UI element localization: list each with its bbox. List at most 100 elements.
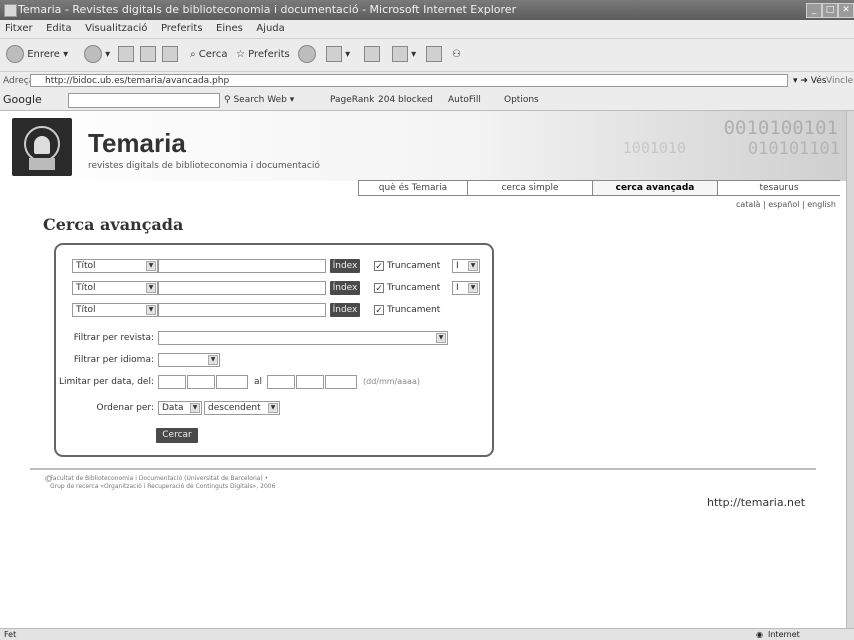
menu-file[interactable]: Fitxer [0,20,38,38]
address-bar: Adreça http://bidoc.ub.es/temaria/avanca… [0,72,854,91]
operator-select-1[interactable]: I ▼ [452,259,480,273]
language-select[interactable]: ▼ [158,353,220,367]
go-arrow-icon: ▾ ➜ [793,76,808,86]
maximize-button[interactable]: □ [822,3,838,18]
date-to-month[interactable] [296,375,324,389]
stop-button[interactable] [118,45,134,65]
truncate-checkbox-2[interactable]: ✓ [374,283,384,294]
date-to-year[interactable] [325,375,357,389]
chevron-down-icon: ▼ [468,261,478,271]
order-direction-select[interactable]: descendent ▼ [204,401,280,415]
search-term-input-1[interactable] [158,259,326,273]
links-button[interactable]: Vincle [826,72,853,90]
forward-button[interactable]: ▾ [84,45,110,65]
logo-figure [34,136,50,154]
index-button-1[interactable]: Índex [330,259,360,273]
favorites-button[interactable]: ☆ Preferits [236,45,290,65]
nav-simple-search[interactable]: cerca simple [467,181,592,195]
google-toolbar: Google ⚲ Search Web ▾ PageRank 204 block… [0,90,854,111]
minimize-button[interactable]: _ [806,3,822,18]
nav-what-is-temaria[interactable]: què és Temaria [358,181,467,195]
menu-view[interactable]: Visualització [80,20,152,38]
google-search-web-button[interactable]: ⚲ Search Web ▾ [224,93,294,107]
date-format-hint: (dd/mm/aaaa) [363,377,420,386]
go-button[interactable]: ▾ ➜ Vés [793,74,826,88]
search-term-input-2[interactable] [158,281,326,295]
discuss-icon [426,46,442,62]
index-button-3[interactable]: Índex [330,303,360,317]
discuss-button[interactable] [426,45,442,65]
logo-base [29,158,55,170]
menu-help[interactable]: Ajuda [251,20,289,38]
address-input[interactable]: http://bidoc.ub.es/temaria/avancada.php [30,74,788,87]
date-from-month[interactable] [187,375,215,389]
menu-edit[interactable]: Edita [41,20,77,38]
internet-zone-icon: ◉ [756,630,763,639]
binary-text-1: 0010100101 [723,117,838,139]
truncate-checkbox-3[interactable]: ✓ [374,305,384,316]
search-button[interactable]: ⌕ Cerca [190,45,227,65]
truncate-label-2: Truncament [387,283,441,293]
stop-icon [118,46,134,62]
history-button[interactable] [298,45,316,65]
advanced-search-form: Títol ▼ Índex ✓ Truncament I ▼ Títol ▼ Índe… [54,243,494,457]
back-arrow-icon [6,45,24,63]
back-button[interactable]: Enrere ▾ [6,45,68,65]
security-zone-label: Internet [768,630,800,639]
order-label: Ordenar per: [96,403,154,413]
menu-bar: Fitxer Edita Visualització Preferits Ein… [0,20,854,39]
autofill-button[interactable]: AutoFill [448,93,481,107]
edit-button[interactable]: ▾ [392,45,416,65]
page-content: Temaria revistes digitals de bibliotecon… [0,111,846,628]
popup-blocker-button[interactable]: 204 blocked [378,93,433,107]
journal-select[interactable]: ▼ [158,331,448,345]
chevron-down-icon: ▼ [208,355,218,365]
field-select-3[interactable]: Títol ▼ [72,303,158,317]
site-tagline: revistes digitals de biblioteconomia i d… [88,161,320,171]
mail-button[interactable]: ▾ [326,45,350,65]
field-select-2[interactable]: Títol ▼ [72,281,158,295]
order-direction-value: descendent [208,403,261,413]
operator-select-2[interactable]: I ▼ [452,281,480,295]
browser-window: Temaria - Revistes digitals de bibliotec… [0,0,854,640]
google-search-input[interactable] [68,93,220,108]
refresh-button[interactable] [140,45,156,65]
search-submit-button[interactable]: Cercar [156,428,198,443]
nav-advanced-search[interactable]: cerca avançada [592,181,717,195]
date-from-day[interactable] [158,375,186,389]
menu-favorites[interactable]: Preferits [156,20,208,38]
date-to-day[interactable] [267,375,295,389]
vertical-scrollbar[interactable] [846,111,854,628]
footer-divider [30,468,816,470]
index-button-2[interactable]: Índex [330,281,360,295]
messenger-button[interactable]: ⚇ [452,45,461,65]
close-button[interactable]: ✕ [838,3,854,18]
language-links[interactable]: català | español | english [736,200,836,209]
order-field-select[interactable]: Data ▼ [158,401,202,415]
menu-tools[interactable]: Eines [211,20,248,38]
order-field-value: Data [162,403,184,413]
print-button[interactable] [364,45,380,65]
forward-arrow-icon [84,45,102,63]
chevron-down-icon: ▼ [190,403,200,413]
chevron-down-icon: ▼ [146,261,156,271]
google-logo[interactable]: Google [3,93,42,106]
footer-url[interactable]: http://temaria.net [707,496,805,509]
temaria-logo[interactable] [12,118,72,176]
site-brand: Temaria [88,128,186,158]
filter-journal-label: Filtrar per revista: [73,333,154,343]
search-term-input-3[interactable] [158,303,326,317]
nav-thesaurus[interactable]: tesaurus [717,181,840,195]
binoculars-icon: ⚲ [224,95,231,105]
messenger-icon: ⚇ [452,49,461,60]
footer-credits-line-2: Grup de recerca «Organització i Recupera… [50,483,276,490]
search-web-label: Search Web [233,95,287,105]
home-button[interactable] [162,45,178,65]
ie-icon [4,4,17,17]
options-button[interactable]: Options [504,93,539,107]
truncate-checkbox-1[interactable]: ✓ [374,261,384,272]
field-select-1[interactable]: Títol ▼ [72,259,158,273]
binary-text-2: 010101101 [747,139,840,159]
date-from-year[interactable] [216,375,248,389]
edit-icon [392,46,408,62]
